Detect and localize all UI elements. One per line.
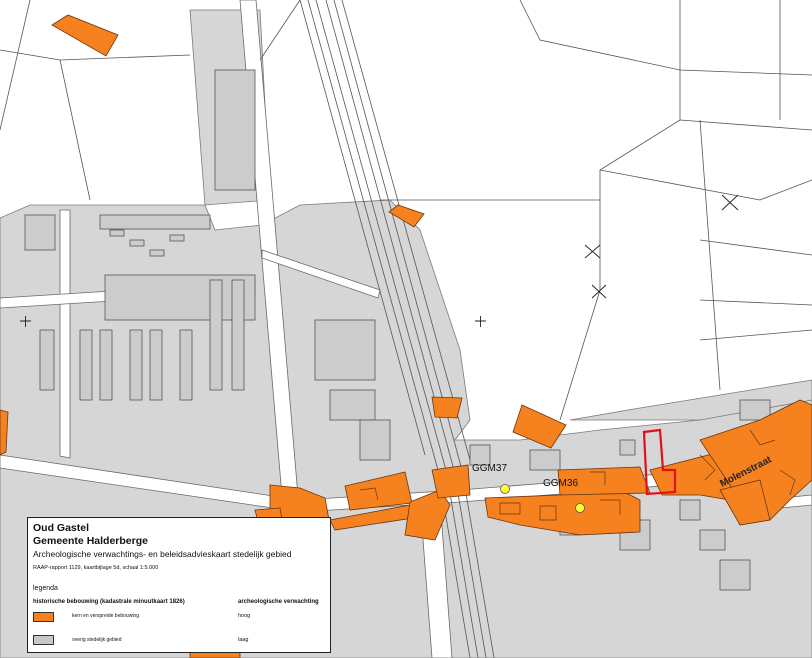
legend-level-high: hoog (238, 613, 251, 619)
site-label-ggm37: GGM37 (472, 463, 507, 474)
legend-panel: Oud Gastel Gemeente Halderberge Archeolo… (27, 517, 331, 653)
legend-column-expectation: archeologische verwachting (238, 599, 319, 605)
legend-column-historic: historische bebouwing (kadastrale minuut… (33, 599, 185, 605)
find-spot-ggm36-marker[interactable] (575, 503, 585, 513)
legend-title-municipality: Gemeente Halderberge (33, 535, 148, 547)
legend-item-urban: overig stedelijk gebied (72, 637, 122, 643)
legend-item-historic-core: kern en verspreide bebouwing (72, 613, 139, 619)
legend-title-place: Oud Gastel (33, 522, 90, 534)
legend-swatch-urban (33, 635, 54, 645)
site-label-ggm36: GGM36 (543, 478, 578, 489)
legend-swatch-historic-core (33, 612, 54, 622)
legend-report-reference: RAAP-rapport 1129, kaartbijlage 5d, scha… (33, 565, 159, 571)
legend-heading: legenda (33, 585, 58, 592)
legend-subtitle: Archeologische verwachtings- en beleidsa… (33, 549, 292, 559)
legend-level-low: laag (238, 637, 249, 643)
find-spot-ggm37-marker[interactable] (500, 484, 510, 494)
